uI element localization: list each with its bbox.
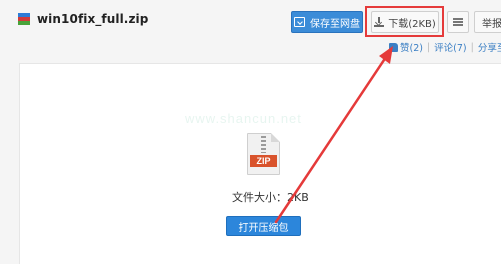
separator: | — [426, 41, 431, 53]
watermark: www.shancun.net — [185, 111, 302, 126]
report-label: 举报 — [482, 18, 501, 30]
share-link[interactable]: 分享至 — [478, 40, 501, 54]
report-button[interactable]: 举报 — [474, 11, 501, 33]
annotation-highlight-box — [365, 6, 444, 37]
file-size-value: 2KB — [287, 191, 309, 204]
open-archive-button[interactable]: 打开压缩包 — [226, 216, 301, 236]
zip-badge: ZIP — [250, 155, 277, 167]
thumbs-up-icon — [389, 42, 398, 52]
zip-file-icon: ZIP — [247, 133, 280, 175]
like-link[interactable]: 赞(2) — [400, 40, 423, 54]
file-header: win10fix_full.zip — [18, 12, 148, 26]
archive-file-icon — [18, 13, 30, 25]
separator: | — [470, 41, 474, 53]
file-size-label: 文件大小： — [232, 191, 287, 204]
file-name-title: win10fix_full.zip — [37, 12, 149, 26]
open-archive-label: 打开压缩包 — [238, 222, 289, 234]
file-share-page: win10fix_full.zip 保存至网盘 下载(2KB) 举报 赞(2) … — [0, 0, 501, 264]
file-size-line: 文件大小：2KB — [232, 189, 309, 205]
comment-link[interactable]: 评论(7) — [434, 40, 466, 54]
save-to-cloud-label: 保存至网盘 — [310, 18, 360, 30]
list-icon — [453, 18, 463, 26]
more-options-button[interactable] — [447, 11, 469, 33]
save-to-cloud-icon — [294, 17, 305, 27]
save-to-cloud-button[interactable]: 保存至网盘 — [291, 11, 363, 33]
actions-row: 赞(2) | 评论(7) | 分享至 — [389, 40, 501, 54]
